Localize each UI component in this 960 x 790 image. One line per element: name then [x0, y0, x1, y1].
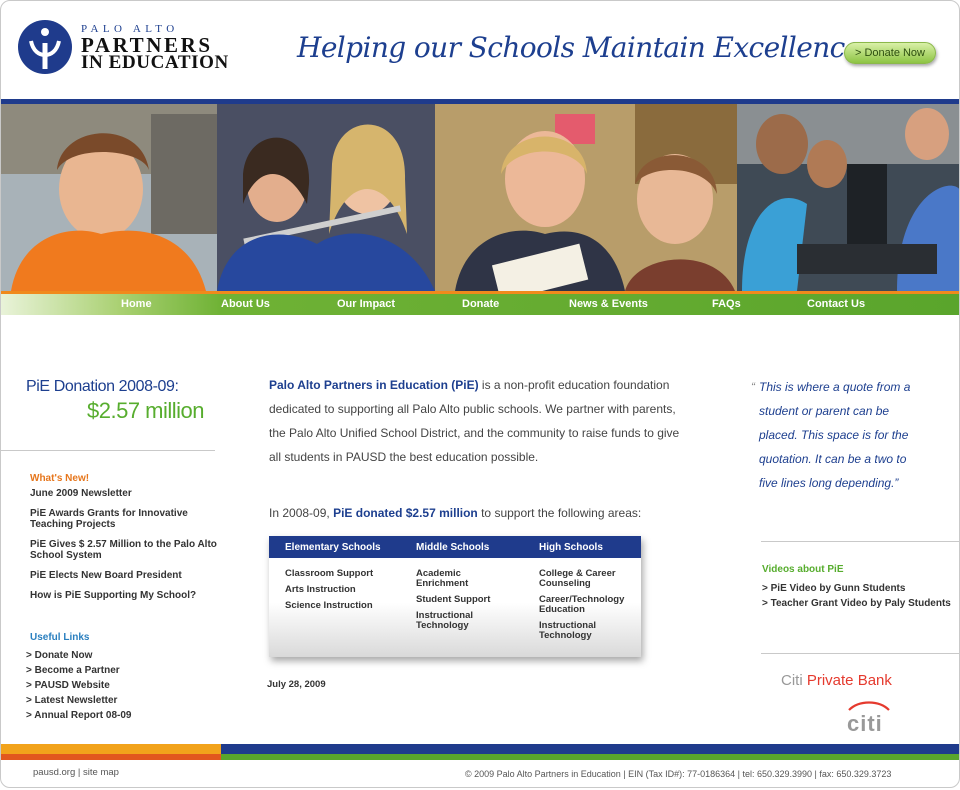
videos-heading: Videos about PiE: [762, 564, 844, 575]
donation-title: PiE Donation 2008-09:: [26, 378, 179, 395]
useful-link-latest-newsletter[interactable]: > Latest Newsletter: [26, 693, 132, 708]
nav-news-events[interactable]: News & Events: [569, 298, 648, 310]
area-item: Science Instruction: [285, 600, 373, 611]
news-link-how-pie-supports[interactable]: How is PiE Supporting My School?: [30, 590, 220, 601]
donation-lead: In 2008-09, PiE donated $2.57 million to…: [269, 506, 669, 520]
whats-new-list: June 2009 Newsletter PiE Awards Grants f…: [30, 488, 220, 610]
area-item: Arts Instruction: [285, 584, 356, 595]
area-list-elementary: Classroom Support Arts Instruction Scien…: [285, 569, 410, 617]
photo-teacher-reading: [435, 104, 737, 291]
lead-strong: PiE donated $2.57 million: [333, 506, 478, 520]
photo-students-flute: [217, 104, 435, 291]
pie-logo-mark-icon: [18, 20, 72, 74]
useful-link-annual-report[interactable]: > Annual Report 08-09: [26, 708, 132, 723]
area-item: Career/Technology Education: [539, 594, 625, 615]
useful-links-list: > Donate Now > Become a Partner > PAUSD …: [26, 648, 132, 723]
citi-logo-text: citi: [847, 711, 883, 736]
quote-open-mark: “: [751, 380, 755, 394]
post-date: July 28, 2009: [267, 679, 326, 690]
photo-banner: [1, 104, 959, 291]
area-item: Classroom Support: [285, 568, 374, 579]
video-link-paly[interactable]: > Teacher Grant Video by Paly Students: [762, 596, 951, 611]
lead-post: to support the following areas:: [477, 506, 642, 520]
right-divider-top: [761, 541, 959, 542]
footer-copyright: © 2009 Palo Alto Partners in Education |…: [465, 769, 892, 779]
useful-link-pausd-website[interactable]: > PAUSD Website: [26, 678, 132, 693]
news-link-grants[interactable]: PiE Awards Grants for Innovative Teachin…: [30, 508, 220, 530]
testimonial-quote: “ This is where a quote from a student o…: [751, 375, 911, 495]
logo-text-in-education: IN EDUCATION: [81, 52, 229, 73]
tagline: Helping our Schools Maintain Excellence: [297, 31, 861, 64]
news-link-june-newsletter[interactable]: June 2009 Newsletter: [30, 488, 220, 499]
area-title-high: High Schools: [539, 542, 603, 553]
page-frame: PALO ALTO PARTNERS IN EDUCATION Helping …: [0, 0, 960, 788]
useful-link-become-partner[interactable]: > Become a Partner: [26, 663, 132, 678]
donate-now-button[interactable]: > Donate Now: [844, 42, 936, 64]
nav-home[interactable]: Home: [121, 298, 152, 310]
main-nav: Home About Us Our Impact Donate News & E…: [1, 294, 959, 315]
area-list-middle: Academic Enrichment Student Support Inst…: [416, 569, 504, 637]
footer-stripe-blue: [221, 744, 959, 754]
footer-stripe-red: [1, 754, 221, 760]
nav-about-us[interactable]: About Us: [221, 298, 270, 310]
pie-logo[interactable]: PALO ALTO PARTNERS IN EDUCATION: [17, 19, 232, 77]
nav-donate[interactable]: Donate: [462, 298, 499, 310]
video-link-gunn[interactable]: > PiE Video by Gunn Students: [762, 581, 951, 596]
support-areas-header: Elementary Schools Middle Schools High S…: [269, 536, 641, 558]
footer-links: pausd.org | site map: [33, 767, 119, 778]
area-item: Instructional Technology: [416, 610, 474, 631]
news-link-donation[interactable]: PiE Gives $ 2.57 Million to the Palo Alt…: [30, 539, 220, 561]
quote-text: This is where a quote from a student or …: [759, 380, 911, 490]
nav-faqs[interactable]: FAQs: [712, 298, 741, 310]
videos-list: > PiE Video by Gunn Students > Teacher G…: [762, 581, 951, 611]
footer-stripe-green: [221, 754, 959, 760]
footer-stripe-orange: [1, 744, 221, 754]
right-divider-bottom: [761, 653, 959, 654]
area-list-high: College & Career Counseling Career/Techn…: [539, 569, 634, 647]
area-title-middle: Middle Schools: [416, 542, 490, 553]
sponsor-prefix: Citi: [781, 672, 803, 689]
intro-org-name: Palo Alto Partners in Education (PiE): [269, 378, 479, 392]
nav-our-impact[interactable]: Our Impact: [337, 298, 395, 310]
area-title-elementary: Elementary Schools: [285, 542, 381, 553]
area-item: Academic Enrichment: [416, 568, 469, 589]
photo-boy-orange-shirt: [1, 104, 217, 291]
left-divider: [1, 450, 215, 451]
whats-new-heading: What's New!: [30, 473, 90, 484]
area-item: College & Career Counseling: [539, 568, 616, 589]
footer-separator: |: [75, 767, 84, 778]
sponsor-citi-private-bank[interactable]: Citi Private Bank: [781, 672, 892, 689]
donation-amount: $2.57 million: [87, 398, 205, 423]
useful-link-donate-now[interactable]: > Donate Now: [26, 648, 132, 663]
sponsor-name: Private Bank: [806, 672, 892, 689]
intro-paragraph: Palo Alto Partners in Education (PiE) is…: [269, 373, 689, 469]
site-header: PALO ALTO PARTNERS IN EDUCATION Helping …: [1, 1, 959, 99]
photo-lab-students: [737, 104, 959, 291]
news-link-board-president[interactable]: PiE Elects New Board President: [30, 570, 220, 581]
area-item: Instructional Technology: [539, 620, 597, 641]
lead-pre: In 2008-09,: [269, 506, 334, 520]
area-item: Student Support: [416, 594, 491, 605]
footer-link-pausd[interactable]: pausd.org: [33, 767, 75, 778]
useful-links-heading: Useful Links: [30, 632, 90, 643]
nav-contact-us[interactable]: Contact Us: [807, 298, 865, 310]
citi-logo-icon: citi: [847, 699, 891, 737]
footer-link-site-map[interactable]: site map: [83, 767, 119, 778]
support-areas-table: Elementary Schools Middle Schools High S…: [269, 536, 641, 657]
